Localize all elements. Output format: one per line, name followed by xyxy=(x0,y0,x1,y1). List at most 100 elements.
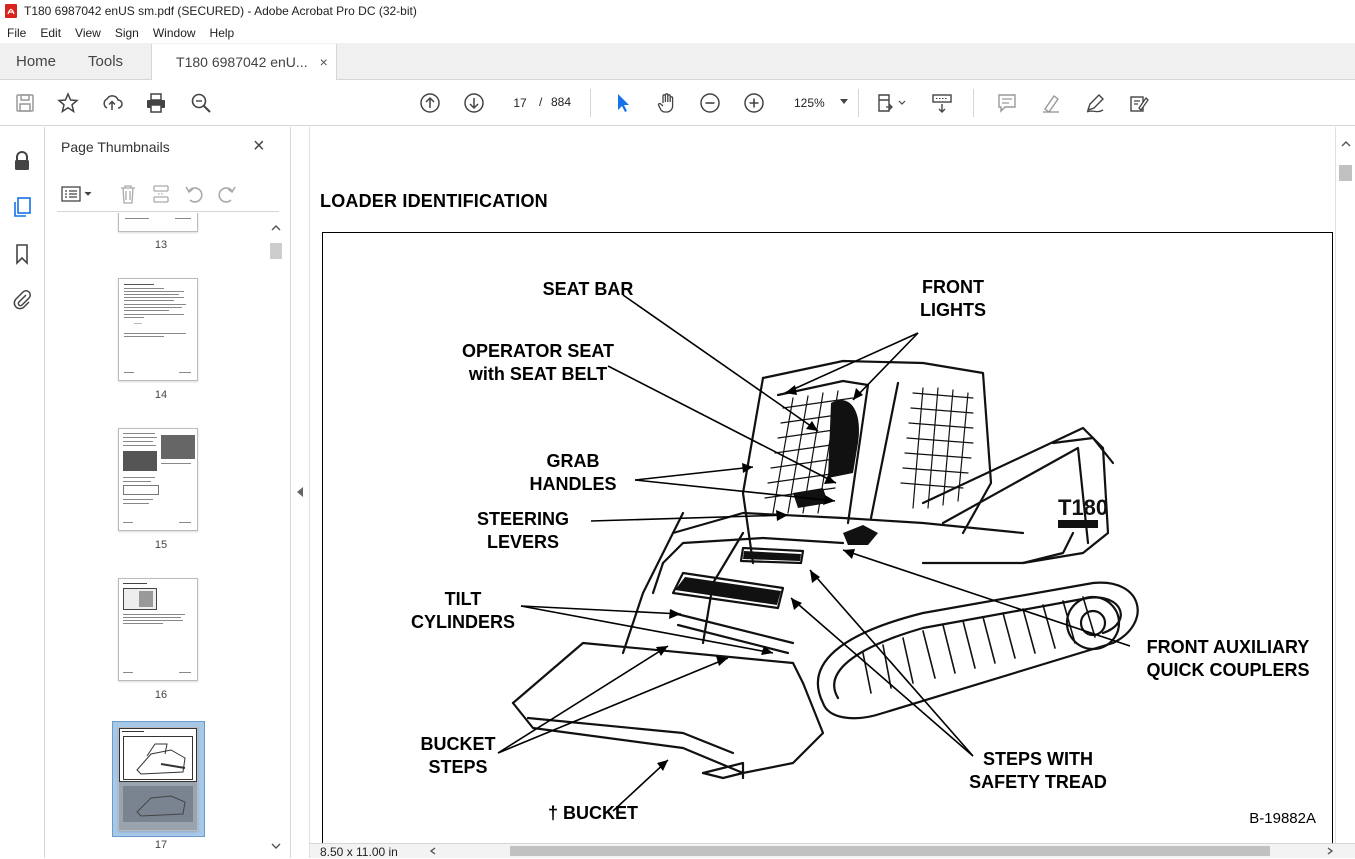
page-heading: LOADER IDENTIFICATION xyxy=(320,191,548,211)
tab-bar: Home Tools T180 6987042 enU... × xyxy=(0,43,1355,80)
scrollbar-thumb[interactable] xyxy=(270,243,282,259)
scroll-left-icon[interactable] xyxy=(428,846,438,856)
page-thumbnail[interactable] xyxy=(118,278,198,381)
previous-page-icon[interactable] xyxy=(417,90,443,116)
rotate-left-icon[interactable] xyxy=(180,180,208,208)
select-cursor-icon[interactable] xyxy=(610,90,636,116)
thumbnail-scrollbar[interactable] xyxy=(268,213,282,858)
collapse-panel-handle[interactable] xyxy=(291,127,310,858)
t180-label: T180 xyxy=(1058,495,1108,520)
document-scrollbar[interactable] xyxy=(1335,127,1355,843)
lock-icon[interactable] xyxy=(10,149,34,173)
horizontal-scrollbar-thumb[interactable] xyxy=(510,846,1270,856)
tab-tools[interactable]: Tools xyxy=(72,43,139,79)
page-number-label: 14 xyxy=(154,389,168,401)
hand-tool-icon[interactable] xyxy=(654,90,680,116)
acrobat-icon xyxy=(5,4,17,18)
tab-home[interactable]: Home xyxy=(0,43,72,79)
draw-pen-icon[interactable] xyxy=(1082,90,1108,116)
highlight-pen-icon[interactable] xyxy=(1038,90,1064,116)
page-thumbnail[interactable] xyxy=(118,428,198,531)
upload-icon[interactable] xyxy=(99,90,125,116)
delete-page-icon[interactable] xyxy=(114,180,142,208)
insert-page-icon[interactable] xyxy=(147,180,175,208)
save-icon[interactable] xyxy=(12,90,38,116)
callout-steps-tread-line2: SAFETY TREAD xyxy=(969,772,1107,792)
menu-window[interactable]: Window xyxy=(146,26,203,40)
zoom-in-icon[interactable] xyxy=(741,90,767,116)
fill-sign-icon[interactable] xyxy=(1126,90,1152,116)
callout-front-lights-line2: LIGHTS xyxy=(920,300,986,320)
callout-front-aux-line1: FRONT AUXILIARY xyxy=(1146,637,1310,657)
attachment-icon[interactable] xyxy=(10,287,34,311)
menu-help[interactable]: Help xyxy=(203,26,242,40)
page-number-label: 13 xyxy=(154,239,168,251)
menu-edit[interactable]: Edit xyxy=(33,26,68,40)
panel-divider xyxy=(57,211,279,212)
callout-bucket-steps-line2: STEPS xyxy=(428,757,488,777)
page-thumbnails-icon[interactable] xyxy=(10,195,34,219)
menu-sign[interactable]: Sign xyxy=(108,26,146,40)
menu-file[interactable]: File xyxy=(0,26,33,40)
scroll-up-icon[interactable] xyxy=(1340,139,1352,149)
scroll-mode-icon[interactable] xyxy=(929,90,955,116)
rotate-right-icon[interactable] xyxy=(213,180,241,208)
callout-steps-tread-line1: STEPS WITH xyxy=(982,749,1093,769)
zoom-level-value: 125% xyxy=(794,96,825,110)
comment-icon[interactable] xyxy=(994,90,1020,116)
loader-figure: T180 SEAT BAR FRONT LIGHTS OPERATOR SEAT… xyxy=(322,232,1333,843)
tab-document[interactable]: T180 6987042 enU... × xyxy=(151,44,337,80)
chevron-down-icon xyxy=(840,99,848,104)
panel-title: Page Thumbnails xyxy=(61,139,170,155)
document-view[interactable]: LOADER IDENTIFICATION T180 SEAT BAR FRON… xyxy=(310,127,1335,843)
page-size-label: 8.50 x 11.00 in xyxy=(320,845,398,859)
find-zoom-icon[interactable] xyxy=(188,90,214,116)
scroll-down-icon[interactable] xyxy=(270,841,282,851)
callout-steering-levers-line2: LEVERS xyxy=(486,532,560,552)
page-number-label: 17 xyxy=(154,839,168,851)
tab-document-label: T180 6987042 enU... xyxy=(176,54,308,70)
callout-front-lights-line1: FRONT xyxy=(922,277,984,297)
next-page-icon[interactable] xyxy=(461,90,487,116)
star-icon[interactable] xyxy=(55,90,81,116)
callout-tilt-cylinders-line1: TILT xyxy=(444,589,482,609)
total-pages: 884 xyxy=(551,95,572,109)
zoom-out-icon[interactable] xyxy=(697,90,723,116)
page-thumbnail[interactable] xyxy=(118,213,198,232)
figure-code: B-19882A xyxy=(1249,810,1316,827)
bookmark-icon[interactable] xyxy=(10,242,34,266)
toolbar-divider xyxy=(973,89,974,117)
page-fit-icon[interactable] xyxy=(873,90,909,116)
main-toolbar: 17 / 884 125% xyxy=(0,80,1355,126)
page-number-input[interactable]: 17 xyxy=(506,91,534,115)
page-separator: / xyxy=(539,95,543,109)
toolbar-divider xyxy=(858,89,859,117)
scrollbar-thumb[interactable] xyxy=(1339,165,1352,181)
callout-grab-handles-line2: HANDLES xyxy=(529,474,617,494)
toolbar-divider xyxy=(590,89,591,117)
scroll-right-icon[interactable] xyxy=(1325,846,1335,856)
callout-steering-levers-line1: STEERING xyxy=(476,509,569,529)
menu-view[interactable]: View xyxy=(68,26,108,40)
page-thumbnail[interactable] xyxy=(118,578,198,681)
callout-grab-handles-line1: GRAB xyxy=(546,451,600,471)
menu-bar: File Edit View Sign Window Help xyxy=(0,22,1355,43)
print-icon[interactable] xyxy=(143,90,169,116)
thumbnail-toolbar xyxy=(59,177,279,211)
page-number-label: 15 xyxy=(154,539,168,551)
page-number-label: 16 xyxy=(154,689,168,701)
window-title: T180 6987042 enUS sm.pdf (SECURED) - Ado… xyxy=(24,4,417,18)
chevron-left-icon xyxy=(297,487,303,497)
close-panel-icon[interactable]: × xyxy=(253,135,265,158)
close-tab-icon[interactable]: × xyxy=(320,54,328,70)
thumbnail-list: 13 14 15 16 17 xyxy=(45,213,277,858)
scroll-up-icon[interactable] xyxy=(270,223,282,233)
navigation-rail xyxy=(0,127,45,858)
status-bar: 8.50 x 11.00 in xyxy=(310,843,1355,859)
callout-bucket-steps-line1: BUCKET xyxy=(420,734,496,754)
page-thumbnail-selected[interactable] xyxy=(118,727,198,831)
zoom-level-select[interactable]: 125% xyxy=(786,91,854,115)
callout-tilt-cylinders-line2: CYLINDERS xyxy=(410,612,515,632)
options-menu-icon[interactable] xyxy=(59,180,95,208)
callout-seat-bar: SEAT BAR xyxy=(542,279,634,299)
